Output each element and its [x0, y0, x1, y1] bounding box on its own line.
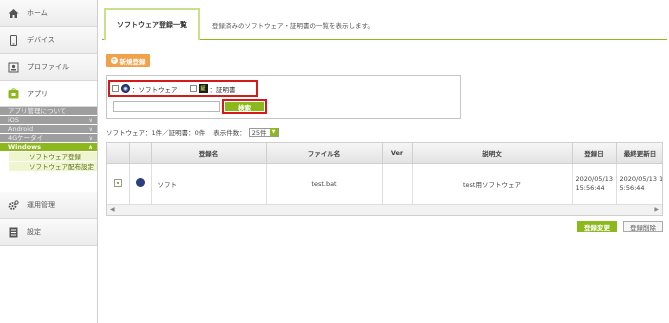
certificate-filter-label: ：証明書 — [209, 85, 236, 94]
sidebar-item-software-register[interactable]: ソフトウェア登録 — [9, 152, 97, 162]
chevron-down-icon: ∨ — [88, 135, 93, 142]
delete-registration-button[interactable]: 登録削除 — [623, 221, 663, 232]
chevron-down-icon: ∨ — [88, 126, 93, 133]
software-table: 登録名 ファイル名 Ver 説明文 登録日 最終更新日 ソフト test.bat… — [106, 142, 663, 216]
scroll-left-icon[interactable]: ◀ — [110, 206, 115, 213]
chevron-down-icon: ∨ — [88, 117, 93, 124]
nav-devices[interactable]: デバイス — [0, 27, 97, 54]
app-section-windows[interactable]: Windows ∧ — [0, 143, 97, 152]
cell-registered: 2020/05/13 15:56:44 — [572, 163, 617, 205]
column-header-registered[interactable]: 登録日 — [572, 143, 617, 164]
profile-icon — [8, 62, 19, 73]
nav-apps[interactable]: アプリ — [0, 81, 97, 107]
nav-devices-label: デバイス — [27, 36, 55, 44]
column-header-updated[interactable]: 最終更新日 — [616, 143, 662, 164]
plus-icon: + — [110, 57, 118, 64]
row-radio[interactable] — [113, 178, 122, 187]
cell-updated: 2020/05/13 15:56:44 — [616, 163, 662, 205]
sidebar: ホーム デバイス プロファイル アプリ アプリ管理について iOS ∨ Andr… — [0, 0, 98, 323]
row-select-cell — [107, 163, 130, 205]
search-button[interactable]: 検索 — [225, 102, 264, 112]
search-button-highlight: 検索 — [222, 99, 267, 114]
per-page-select[interactable]: 25件 ▼ — [248, 127, 279, 137]
new-register-button[interactable]: + 新規登録 — [106, 54, 150, 67]
software-icon — [135, 178, 145, 187]
app-section-4g[interactable]: 4Gケータイ ∨ — [0, 134, 97, 143]
certificate-icon: 証 — [198, 84, 208, 93]
column-header-description[interactable]: 説明文 — [412, 143, 573, 164]
nav-operations[interactable]: 運用管理 — [0, 192, 97, 219]
main-content: ソフトウェア登録一覧 登録済みのソフトウェア・証明書の一覧を表示します。 + 新… — [98, 0, 669, 323]
cell-name: ソフト — [151, 163, 267, 205]
column-header-type — [129, 143, 152, 164]
tab-software-list[interactable]: ソフトウェア登録一覧 — [104, 8, 200, 40]
gear-icon — [8, 199, 19, 211]
software-filter-label: ：ソフトウェア — [132, 85, 178, 94]
table-header-row: 登録名 ファイル名 Ver 説明文 登録日 最終更新日 — [107, 143, 662, 164]
nav-home-label: ホーム — [27, 9, 48, 17]
nav-profiles[interactable]: プロファイル — [0, 54, 97, 81]
software-icon: ◉ — [121, 84, 130, 93]
chevron-down-icon: ▼ — [269, 128, 278, 136]
keyword-input[interactable] — [113, 101, 220, 112]
home-icon — [8, 8, 19, 19]
column-header-file[interactable]: ファイル名 — [266, 143, 383, 164]
result-counts: ソフトウェア：1件／証明書：0件 — [106, 129, 206, 137]
scroll-right-icon[interactable]: ▶ — [654, 206, 659, 213]
nav-settings[interactable]: 設定 — [0, 219, 97, 246]
page-header: ソフトウェア登録一覧 登録済みのソフトウェア・証明書の一覧を表示します。 — [102, 8, 667, 40]
cell-description: test用ソフトウェア — [412, 163, 573, 205]
app-section-about[interactable]: アプリ管理について — [0, 107, 97, 116]
change-registration-button[interactable]: 登録変更 — [577, 221, 617, 232]
chevron-up-icon: ∧ — [88, 144, 93, 151]
table-row[interactable]: ソフト test.bat test用ソフトウェア 2020/05/13 15:5… — [107, 163, 662, 205]
cell-ver — [382, 163, 413, 205]
nav-settings-label: 設定 — [27, 228, 41, 236]
app-icon — [8, 88, 19, 99]
nav-profiles-label: プロファイル — [27, 63, 69, 71]
result-summary: ソフトウェア：1件／証明書：0件 表示件数： 25件 ▼ — [106, 127, 279, 137]
certificate-checkbox[interactable] — [189, 85, 197, 92]
page-description: 登録済みのソフトウェア・証明書の一覧を表示します。 — [212, 22, 374, 30]
app-section-android[interactable]: Android ∨ — [0, 125, 97, 134]
sidebar-item-software-distribution[interactable]: ソフトウェア配布設定 — [9, 162, 97, 172]
software-checkbox[interactable] — [112, 85, 119, 92]
cell-file: test.bat — [266, 163, 383, 205]
row-type-cell — [129, 163, 152, 205]
nav-apps-label: アプリ — [27, 89, 48, 98]
settings-icon — [8, 227, 19, 238]
app-section-ios[interactable]: iOS ∨ — [0, 116, 97, 125]
per-page-label: 表示件数： — [213, 129, 246, 137]
column-header-ver[interactable]: Ver — [382, 143, 413, 164]
device-icon — [8, 34, 19, 46]
nav-operations-label: 運用管理 — [27, 201, 55, 209]
column-header-select — [107, 143, 130, 164]
nav-home[interactable]: ホーム — [0, 0, 97, 27]
type-filter: ◉ ：ソフトウェア 証 ：証明書 — [108, 80, 258, 97]
horizontal-scrollbar[interactable]: ◀ ▶ — [107, 204, 662, 215]
column-header-name[interactable]: 登録名 — [151, 143, 267, 164]
